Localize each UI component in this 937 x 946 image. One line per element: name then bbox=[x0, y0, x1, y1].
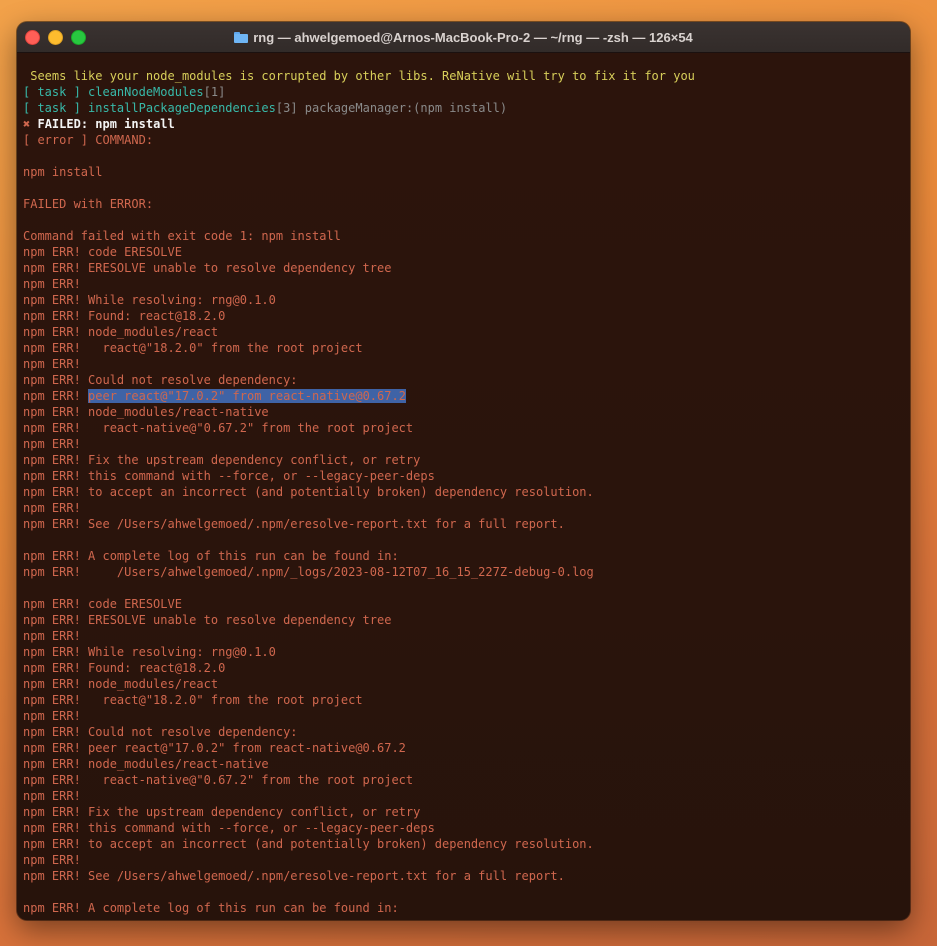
output-line: npm ERR! react-native@"0.67.2" from the … bbox=[23, 421, 414, 435]
output-line: npm ERR! to accept an incorrect (and pot… bbox=[23, 837, 594, 851]
error-command-line: [ error ] COMMAND: bbox=[23, 133, 154, 147]
output-line: npm ERR! While resolving: rng@0.1.0 bbox=[23, 293, 276, 307]
output-line: npm ERR! bbox=[23, 709, 81, 723]
window-title: rng — ahwelgemoed@Arnos-MacBook-Pro-2 — … bbox=[234, 30, 693, 45]
failed-line: ✖ FAILED: npm install bbox=[23, 116, 910, 132]
output-line: npm ERR! node_modules/react bbox=[23, 325, 219, 339]
output-line: npm ERR! this command with --force, or -… bbox=[23, 469, 435, 483]
package-manager: packageManager:(npm install) bbox=[304, 101, 508, 115]
npm-install-line: npm install bbox=[23, 165, 103, 179]
output-line: npm ERR! Could not resolve dependency: bbox=[23, 373, 298, 387]
folder-icon bbox=[234, 31, 249, 43]
output-line: npm ERR! node_modules/react-native bbox=[23, 757, 269, 771]
output-line: npm ERR! peer react@"17.0.2" from react-… bbox=[23, 741, 406, 755]
output-line: npm ERR! Found: react@18.2.0 bbox=[23, 661, 226, 675]
output-line: npm ERR! A complete log of this run can … bbox=[23, 549, 399, 563]
output-line: npm ERR! bbox=[23, 789, 81, 803]
terminal-output[interactable]: Seems like your node_modules is corrupte… bbox=[17, 53, 910, 920]
task-name: cleanNodeModules bbox=[88, 85, 204, 99]
output-line: npm ERR! code ERESOLVE bbox=[23, 245, 182, 259]
line-prefix: npm ERR! bbox=[23, 389, 89, 403]
task-index: [1] bbox=[203, 85, 226, 99]
task-line: [ task ] cleanNodeModules[1] bbox=[23, 84, 910, 100]
output-line: npm ERR! ERESOLVE unable to resolve depe… bbox=[23, 261, 392, 275]
task-index: [3] bbox=[275, 101, 298, 115]
output-line: npm ERR! to accept an incorrect (and pot… bbox=[23, 485, 594, 499]
maximize-button[interactable] bbox=[71, 30, 86, 45]
output-line: npm ERR! Fix the upstream dependency con… bbox=[23, 453, 421, 467]
selected-output-line: npm ERR! peer react@"17.0.2" from react-… bbox=[23, 388, 910, 404]
close-button[interactable] bbox=[25, 30, 40, 45]
window-controls bbox=[25, 30, 86, 45]
failed-with-error-line: FAILED with ERROR: bbox=[23, 197, 154, 211]
output-line: npm ERR! bbox=[23, 357, 81, 371]
failed-icon: ✖ bbox=[23, 117, 31, 131]
task-bracket: [ task ] bbox=[23, 101, 81, 115]
minimize-button[interactable] bbox=[48, 30, 63, 45]
task-line: [ task ] installPackageDependencies[3] p… bbox=[23, 100, 910, 116]
output-line: npm ERR! react@"18.2.0" from the root pr… bbox=[23, 693, 363, 707]
output-line: npm ERR! See /Users/ahwelgemoed/.npm/ere… bbox=[23, 869, 565, 883]
output-line: npm ERR! bbox=[23, 277, 81, 291]
failed-text: FAILED: npm install bbox=[37, 117, 175, 131]
title-bar[interactable]: rng — ahwelgemoed@Arnos-MacBook-Pro-2 — … bbox=[17, 22, 910, 53]
output-line: npm ERR! react@"18.2.0" from the root pr… bbox=[23, 341, 363, 355]
output-line: npm ERR! bbox=[23, 629, 81, 643]
output-line: npm ERR! react-native@"0.67.2" from the … bbox=[23, 773, 414, 787]
terminal-window: rng — ahwelgemoed@Arnos-MacBook-Pro-2 — … bbox=[17, 22, 910, 920]
output-line: npm ERR! bbox=[23, 437, 81, 451]
output-line: npm ERR! this command with --force, or -… bbox=[23, 821, 435, 835]
output-line: npm ERR! node_modules/react bbox=[23, 677, 219, 691]
output-line: npm ERR! bbox=[23, 853, 81, 867]
output-line: npm ERR! /Users/ahwelgemoed/.npm/_logs/2… bbox=[23, 565, 594, 579]
output-line: npm ERR! Found: react@18.2.0 bbox=[23, 309, 226, 323]
output-line: npm ERR! Could not resolve dependency: bbox=[23, 725, 298, 739]
output-line: npm ERR! While resolving: rng@0.1.0 bbox=[23, 645, 276, 659]
task-bracket: [ task ] bbox=[23, 85, 81, 99]
output-line: npm ERR! bbox=[23, 501, 81, 515]
output-line: npm ERR! code ERESOLVE bbox=[23, 597, 182, 611]
task-name: installPackageDependencies bbox=[88, 101, 276, 115]
output-line: npm ERR! ERESOLVE unable to resolve depe… bbox=[23, 613, 392, 627]
text-selection[interactable]: peer react@"17.0.2" from react-native@0.… bbox=[88, 389, 406, 403]
output-line: npm ERR! A complete log of this run can … bbox=[23, 901, 399, 915]
output-line: npm ERR! See /Users/ahwelgemoed/.npm/ere… bbox=[23, 517, 565, 531]
window-title-text: rng — ahwelgemoed@Arnos-MacBook-Pro-2 — … bbox=[253, 29, 693, 45]
command-failed-line: Command failed with exit code 1: npm ins… bbox=[23, 229, 341, 243]
output-line: npm ERR! Fix the upstream dependency con… bbox=[23, 805, 421, 819]
output-line: npm ERR! node_modules/react-native bbox=[23, 405, 269, 419]
warning-line: Seems like your node_modules is corrupte… bbox=[23, 69, 695, 83]
